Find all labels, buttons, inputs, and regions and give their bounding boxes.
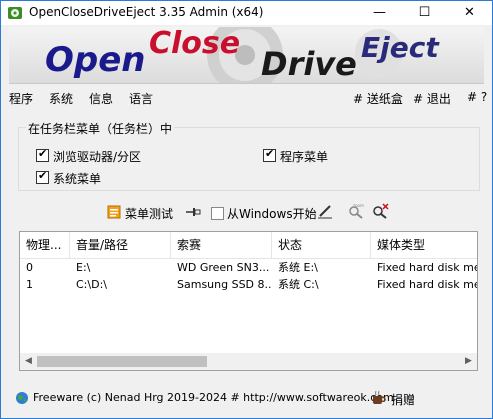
checkmark-icon: ✔: [265, 147, 275, 160]
banner-word-drive: Drive: [261, 45, 357, 83]
status-text[interactable]: Freeware (c) Nenad Hrg 2019-2024 # http:…: [33, 391, 394, 404]
scroll-right-icon[interactable]: ▶: [460, 353, 477, 370]
col-volume-path[interactable]: 音量/路径: [70, 232, 171, 258]
start-with-windows-checkbox[interactable]: [211, 207, 224, 220]
program-menu-label: 程序菜单: [280, 150, 329, 164]
minimize-button[interactable]: —: [357, 1, 402, 25]
cell-volume: C:\D:\: [76, 278, 107, 291]
drive-list[interactable]: 物理... 音量/路径 索赛 状态 媒体类型 0 E:\ WD Green SN…: [19, 231, 478, 371]
scroll-thumb[interactable]: [37, 356, 207, 367]
pin-icon[interactable]: [185, 206, 201, 218]
coffee-cup-icon[interactable]: [371, 390, 387, 406]
zoom-icon[interactable]: zoom: [347, 203, 365, 219]
cell-status: 系统 C:\: [278, 278, 319, 291]
menu-system[interactable]: 系统: [49, 90, 73, 107]
menu-test-button[interactable]: 菜单测试: [125, 205, 173, 222]
system-menu-label: 系统菜单: [53, 172, 102, 186]
list-header: 物理... 音量/路径 索赛 状态 媒体类型: [20, 232, 477, 259]
cell-physical: 1: [26, 278, 33, 291]
browse-drives-checkbox[interactable]: ✔: [36, 147, 49, 162]
cell-physical: 0: [26, 261, 33, 274]
menu-send-tray[interactable]: # 送纸盒: [353, 90, 403, 107]
banner-word-eject: Eject: [361, 31, 440, 64]
app-icon: [8, 7, 22, 19]
menu-test-icon: [107, 205, 121, 219]
cell-volume: E:\: [76, 261, 91, 274]
cell-status: 系统 E:\: [278, 261, 318, 274]
col-status[interactable]: 状态: [272, 232, 371, 258]
menu-exit[interactable]: # 退出: [413, 90, 451, 107]
svg-text:zoom: zoom: [353, 203, 364, 208]
scroll-left-icon[interactable]: ◀: [20, 353, 37, 370]
system-menu-checkbox[interactable]: ✔: [36, 169, 49, 184]
cell-model: WD Green SN3...: [177, 261, 270, 274]
menu-language[interactable]: 语言: [129, 90, 153, 107]
banner-word-open: Open: [45, 40, 146, 80]
checkmark-icon: ✔: [38, 169, 48, 182]
program-menu-checkbox[interactable]: ✔: [263, 147, 276, 162]
table-row[interactable]: 1 C:\D:\ Samsung SSD 8... 系统 C:\ Fixed h…: [20, 276, 477, 293]
cell-media-type: Fixed hard disk medi: [377, 261, 477, 274]
banner-word-close: Close: [149, 27, 240, 61]
horizontal-scrollbar[interactable]: ◀ ▶: [20, 353, 477, 370]
edit-pen-icon[interactable]: [317, 203, 333, 219]
menu-help[interactable]: # ?: [467, 90, 487, 104]
window-title: OpenCloseDriveEject 3.35 Admin (x64): [29, 5, 264, 19]
menu-info[interactable]: 信息: [89, 90, 113, 107]
col-media-type[interactable]: 媒体类型: [371, 232, 477, 258]
start-with-windows-label: 从Windows开始: [227, 207, 317, 221]
checkmark-icon: ✔: [38, 147, 48, 160]
cell-model: Samsung SSD 8...: [177, 278, 272, 291]
menu-program[interactable]: 程序: [9, 90, 33, 107]
browse-drives-label: 浏览驱动器/分区: [53, 150, 142, 164]
cell-media-type: Fixed hard disk medi: [377, 278, 477, 291]
maximize-button[interactable]: ☐: [402, 1, 447, 25]
col-physical[interactable]: 物理...: [20, 232, 70, 258]
app-window: OpenCloseDriveEject 3.35 Admin (x64) — ☐…: [0, 0, 493, 419]
menu-bar: 程序 系统 信息 语言 # 送纸盒 # 退出 # ?: [1, 87, 492, 109]
close-button[interactable]: ✕: [447, 1, 492, 25]
donate-link[interactable]: 捐赠: [391, 391, 415, 408]
tray-group-title: 在任务栏菜单（任务栏）中: [26, 120, 175, 137]
title-bar[interactable]: OpenCloseDriveEject 3.35 Admin (x64) — ☐…: [1, 1, 492, 25]
col-model[interactable]: 索赛: [171, 232, 272, 258]
status-bar: Freeware (c) Nenad Hrg 2019-2024 # http:…: [1, 387, 492, 409]
globe-icon: [16, 392, 28, 404]
zoom-close-icon[interactable]: [371, 203, 389, 219]
banner-logo: Open Close Drive Eject: [9, 27, 484, 84]
table-row[interactable]: 0 E:\ WD Green SN3... 系统 E:\ Fixed hard …: [20, 259, 477, 276]
